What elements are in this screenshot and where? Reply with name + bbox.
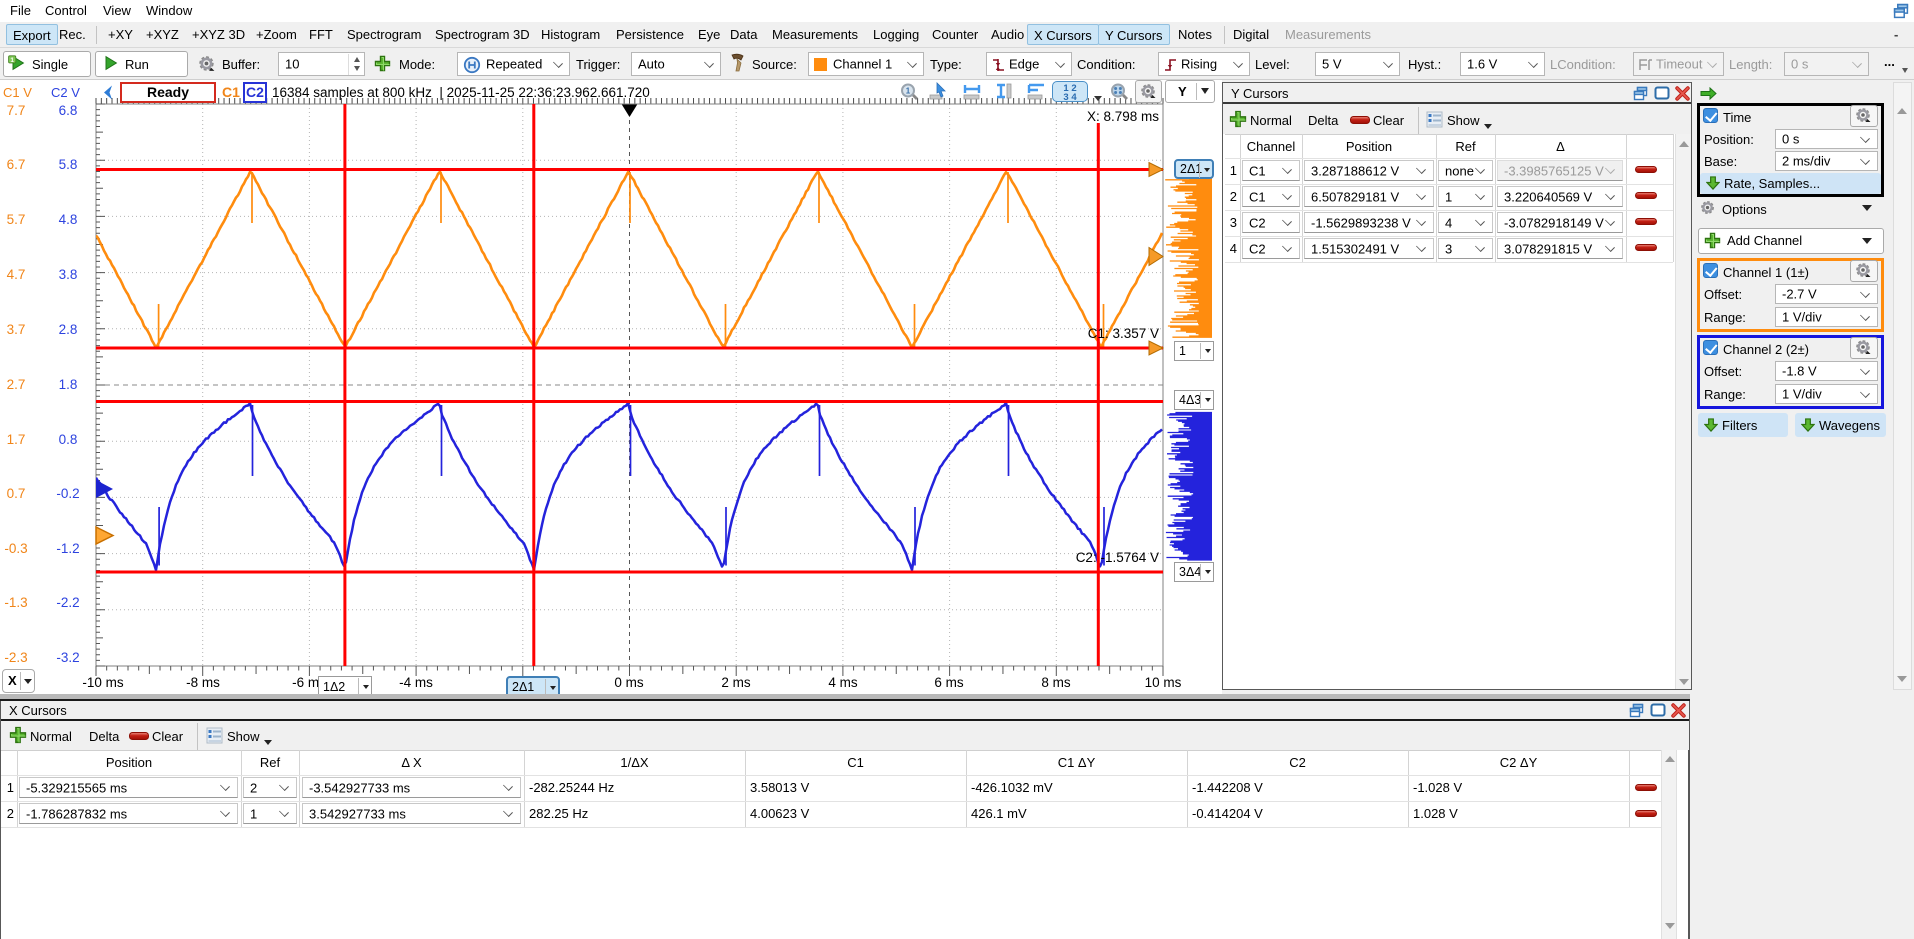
svg-text:1: 1 [906,87,911,96]
